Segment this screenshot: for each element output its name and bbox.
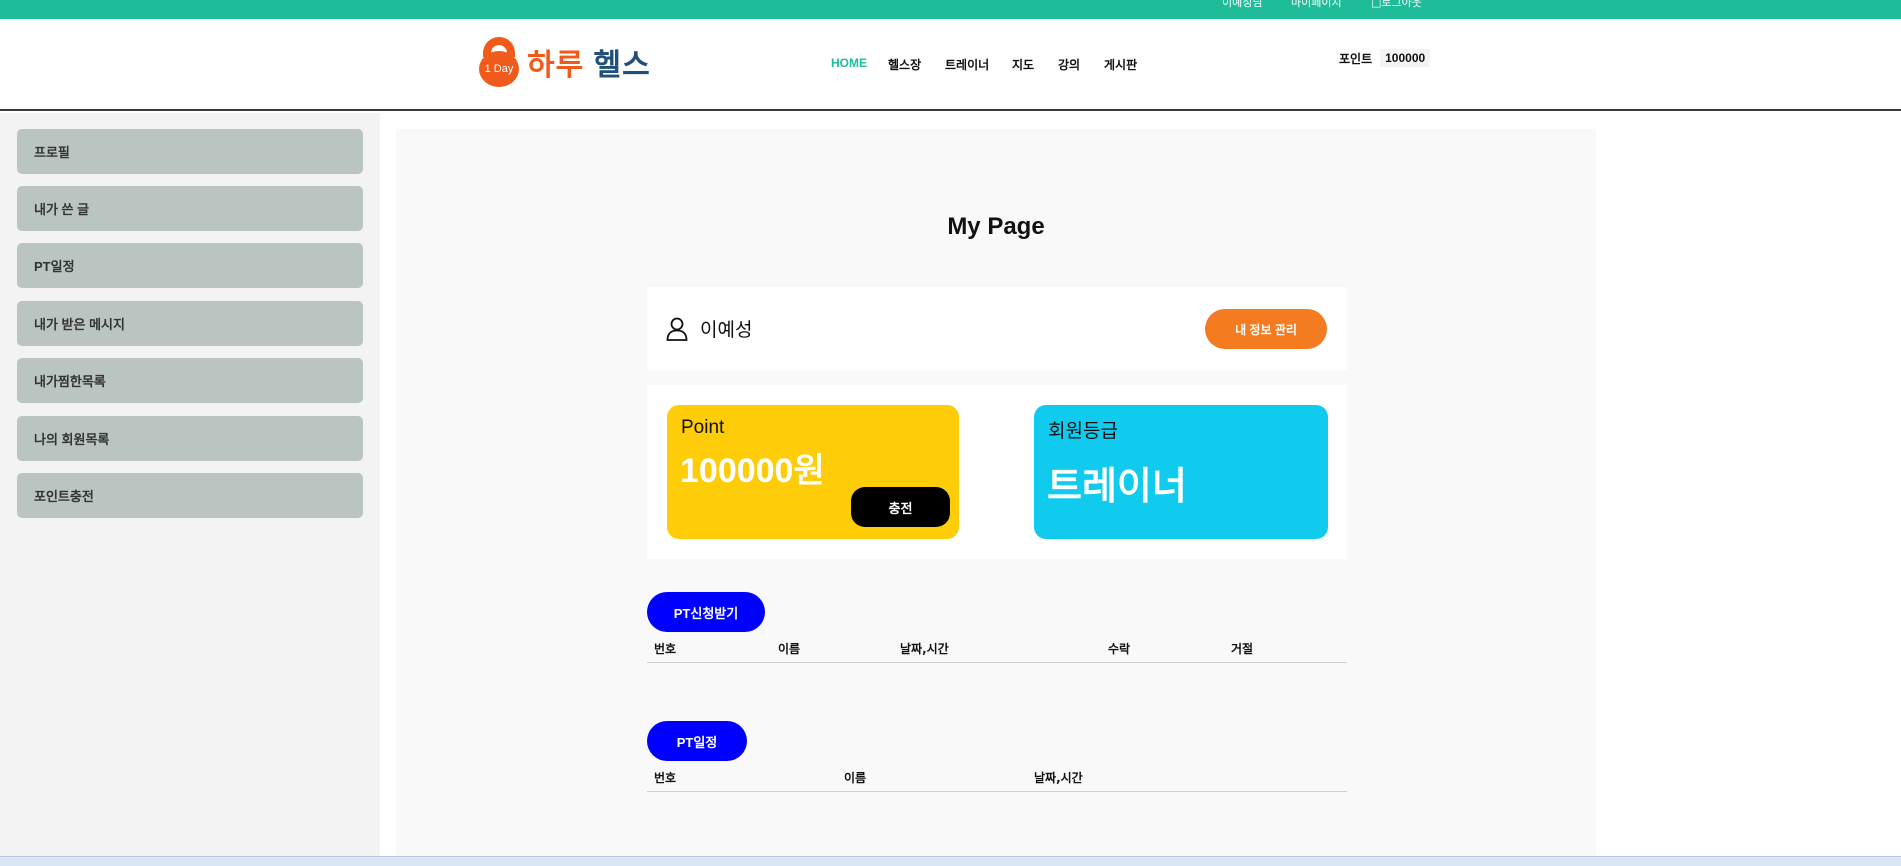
points-display: 포인트 100000 — [1339, 49, 1431, 67]
site-logo[interactable]: 1 Day 하루 헬스 — [479, 35, 651, 89]
sidebar-item-my-posts[interactable]: 내가 쓴 글 — [17, 186, 363, 231]
manage-info-button[interactable]: 내 정보 관리 — [1205, 309, 1327, 349]
mypage-link[interactable]: 마이페이지 — [1291, 0, 1342, 10]
column-header: 수락 — [1108, 642, 1131, 656]
point-label: Point — [681, 417, 725, 438]
nav-gym[interactable]: 헬스장 — [888, 56, 921, 73]
column-header: 이름 — [778, 642, 801, 656]
charge-button[interactable]: 충전 — [851, 487, 950, 527]
page-title: My Page — [947, 213, 1045, 240]
column-header: 번호 — [654, 642, 677, 656]
user-name: 이예성 — [700, 319, 753, 341]
user-greeting-link[interactable]: 이예성님 — [1222, 0, 1262, 10]
site-header: 1 Day 하루 헬스 HOME 헬스장 트레이너 지도 강의 게시판 포인트 … — [0, 19, 1901, 111]
column-header: 번호 — [654, 771, 677, 785]
nav-lecture[interactable]: 강의 — [1058, 56, 1080, 73]
column-header: 이름 — [844, 771, 867, 785]
column-header: 거절 — [1231, 642, 1254, 656]
points-label: 포인트 — [1339, 51, 1373, 66]
pt-schedule-button[interactable]: PT일정 — [647, 721, 747, 761]
pt-request-table-header: 번호 이름 날짜,시간 수락 거절 — [647, 637, 1347, 663]
logo-badge: 1 Day — [479, 51, 519, 87]
window-bottom-edge — [0, 856, 1901, 866]
logo-word-2: 헬스 — [593, 49, 651, 82]
points-value: 100000 — [1380, 49, 1431, 67]
user-icon — [666, 317, 688, 341]
grade-card: 회원등급 트레이너 — [1034, 405, 1328, 539]
grade-label: 회원등급 — [1048, 420, 1118, 442]
main-content: My Page 이예성 내 정보 관리 Point 100000원 충전 회원등… — [396, 129, 1596, 858]
sidebar-item-favorites[interactable]: 내가찜한목록 — [17, 358, 363, 403]
column-header: 날짜,시간 — [1034, 771, 1083, 785]
logo-word-1: 하루 — [527, 49, 585, 82]
nav-trainer[interactable]: 트레이너 — [945, 56, 989, 73]
sidebar-item-point-charge[interactable]: 포인트충전 — [17, 473, 363, 518]
profile-card: 이예성 내 정보 관리 — [647, 287, 1347, 370]
grade-value: 트레이너 — [1047, 464, 1187, 508]
logout-link[interactable]: □로그아웃 — [1371, 0, 1422, 10]
sidebar-item-messages[interactable]: 내가 받은 메시지 — [17, 301, 363, 346]
nav-board[interactable]: 게시판 — [1104, 56, 1137, 73]
column-header: 날짜,시간 — [900, 642, 949, 656]
point-value: 100000원 — [680, 452, 825, 490]
stats-panel: Point 100000원 충전 회원등급 트레이너 — [647, 385, 1347, 559]
sidebar-item-pt-schedule[interactable]: PT일정 — [17, 243, 363, 288]
nav-map[interactable]: 지도 — [1012, 56, 1034, 73]
logo-text: 하루 헬스 — [527, 40, 651, 84]
sidebar-item-profile[interactable]: 프로필 — [17, 129, 363, 174]
nav-home[interactable]: HOME — [831, 56, 867, 70]
top-bar: 이예성님 마이페이지 □로그아웃 — [0, 0, 1901, 19]
point-card: Point 100000원 충전 — [667, 405, 959, 539]
sidebar: 프로필 내가 쓴 글 PT일정 내가 받은 메시지 내가찜한목록 나의 회원목록… — [0, 113, 380, 858]
pt-schedule-table-header: 번호 이름 날짜,시간 — [647, 766, 1347, 792]
kettlebell-icon: 1 Day — [479, 37, 519, 87]
sidebar-item-members[interactable]: 나의 회원목록 — [17, 416, 363, 461]
pt-request-button[interactable]: PT신청받기 — [647, 592, 765, 632]
